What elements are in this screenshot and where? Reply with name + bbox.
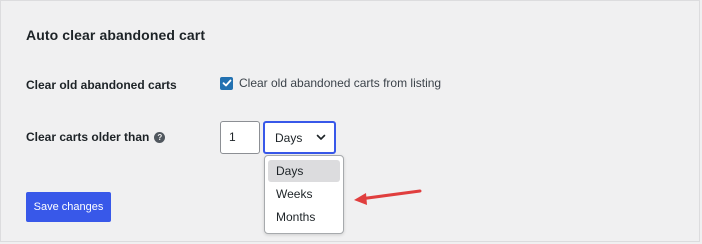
section-title: Auto clear abandoned cart [26,27,206,43]
clear-carts-older-than-label: Clear carts older than [26,130,150,144]
question-circle-icon[interactable]: ? [154,131,166,143]
older-than-number-input[interactable]: 1 [220,121,260,154]
older-than-unit-selected: Days [275,130,303,145]
unit-option-weeks[interactable]: Weeks [268,183,340,205]
unit-option-months[interactable]: Months [268,206,340,228]
unit-dropdown-menu: Days Weeks Months [264,155,344,234]
older-than-unit-select[interactable]: Days [263,121,336,154]
save-changes-button[interactable]: Save changes [26,192,111,222]
unit-option-days[interactable]: Days [268,160,340,182]
clear-old-carts-checkbox[interactable] [220,76,233,90]
clear-old-carts-checkbox-label: Clear old abandoned carts from listing [239,76,442,90]
clear-carts-older-than-label-row: Clear carts older than ? [26,130,166,144]
settings-panel: Auto clear abandoned cart Clear old aban… [0,0,700,242]
checkmark-icon [222,79,231,87]
clear-old-carts-label: Clear old abandoned carts [26,78,177,92]
chevron-down-icon [316,134,326,140]
clear-old-carts-checkbox-row[interactable]: Clear old abandoned carts from listing [220,76,441,90]
red-arrow-icon [354,189,422,205]
